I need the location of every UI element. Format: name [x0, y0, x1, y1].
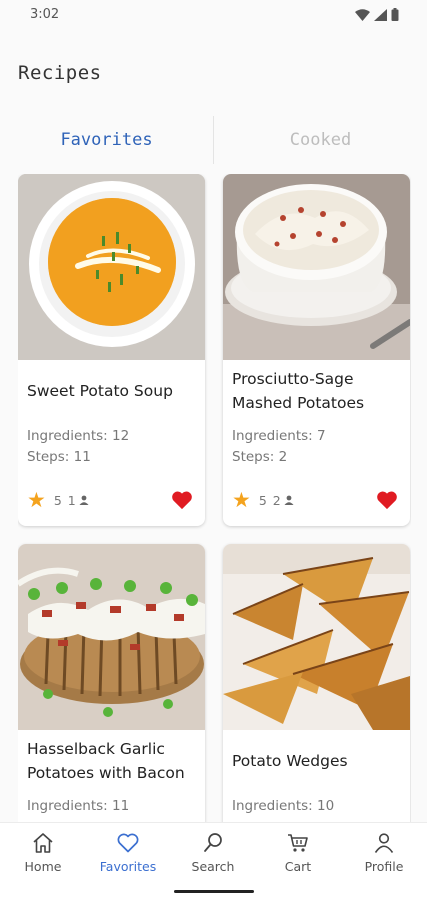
nav-profile[interactable]: Profile: [344, 831, 424, 874]
battery-icon: [391, 8, 399, 21]
rating-value: 5: [53, 492, 62, 508]
favorite-heart-icon[interactable]: [376, 490, 398, 510]
nav-label: Search: [191, 859, 235, 874]
rating-value: 5: [258, 492, 267, 508]
tab-favorites[interactable]: Favorites: [0, 116, 213, 164]
status-bar: 3:02: [0, 0, 427, 30]
nav-search[interactable]: Search: [173, 831, 253, 874]
heart-icon: [117, 833, 139, 853]
nav-label: Home: [24, 859, 62, 874]
recipe-image: [223, 544, 410, 730]
cart-icon: [288, 834, 308, 852]
home-icon: [33, 833, 53, 853]
profile-icon: [374, 833, 394, 853]
nav-favorites[interactable]: Favorites: [88, 831, 168, 874]
status-icons: [355, 8, 399, 21]
recipe-grid: Sweet Potato Soup Ingredients: 12 Steps:…: [18, 174, 411, 824]
home-indicator: [174, 890, 254, 893]
page-title: Recipes: [18, 62, 102, 84]
ingredients-count: Ingredients: 7: [232, 428, 326, 444]
recipe-card[interactable]: Hasselback Garlic Potatoes with Bacon In…: [18, 544, 205, 824]
card-footer: ★ 5 1: [27, 487, 193, 513]
star-icon: ★: [27, 488, 46, 512]
person-icon: [284, 495, 294, 505]
ingredients-count: Ingredients: 10: [232, 798, 335, 814]
search-icon: [204, 833, 222, 852]
ingredients-count: Ingredients: 12: [27, 428, 130, 444]
card-footer: ★ 5 2: [232, 487, 398, 513]
recipe-card[interactable]: Prosciutto-Sage Mashed Potatoes Ingredie…: [223, 174, 410, 526]
steps-count: Steps: 2: [232, 449, 288, 465]
signal-icon: [374, 8, 387, 21]
favorite-heart-icon[interactable]: [171, 490, 193, 510]
status-time: 3:02: [30, 7, 60, 22]
nav-label: Profile: [364, 859, 404, 874]
nav-label: Favorites: [99, 859, 157, 874]
steps-count: Steps: 11: [27, 449, 91, 465]
recipe-title: Hasselback Garlic Potatoes with Bacon: [27, 740, 185, 782]
nav-home[interactable]: Home: [3, 831, 83, 874]
cooks-count: 1: [67, 492, 76, 508]
recipe-image: [223, 174, 410, 360]
person-icon: [79, 495, 89, 505]
recipe-title: Potato Wedges: [232, 752, 348, 770]
nav-cart[interactable]: Cart: [258, 831, 338, 874]
recipe-title: Prosciutto-Sage Mashed Potatoes: [232, 370, 365, 412]
recipe-card[interactable]: Sweet Potato Soup Ingredients: 12 Steps:…: [18, 174, 205, 526]
tab-cooked[interactable]: Cooked: [214, 116, 427, 164]
recipe-card[interactable]: Potato Wedges Ingredients: 10: [223, 544, 410, 824]
recipe-image: [18, 544, 205, 730]
recipe-image: [18, 174, 205, 360]
cooks-count: 2: [272, 492, 281, 508]
wifi-icon: [355, 8, 370, 21]
star-icon: ★: [232, 488, 251, 512]
tab-bar: Favorites Cooked: [0, 116, 427, 164]
recipe-title: Sweet Potato Soup: [27, 382, 173, 400]
ingredients-count: Ingredients: 11: [27, 798, 130, 814]
nav-label: Cart: [284, 859, 312, 874]
